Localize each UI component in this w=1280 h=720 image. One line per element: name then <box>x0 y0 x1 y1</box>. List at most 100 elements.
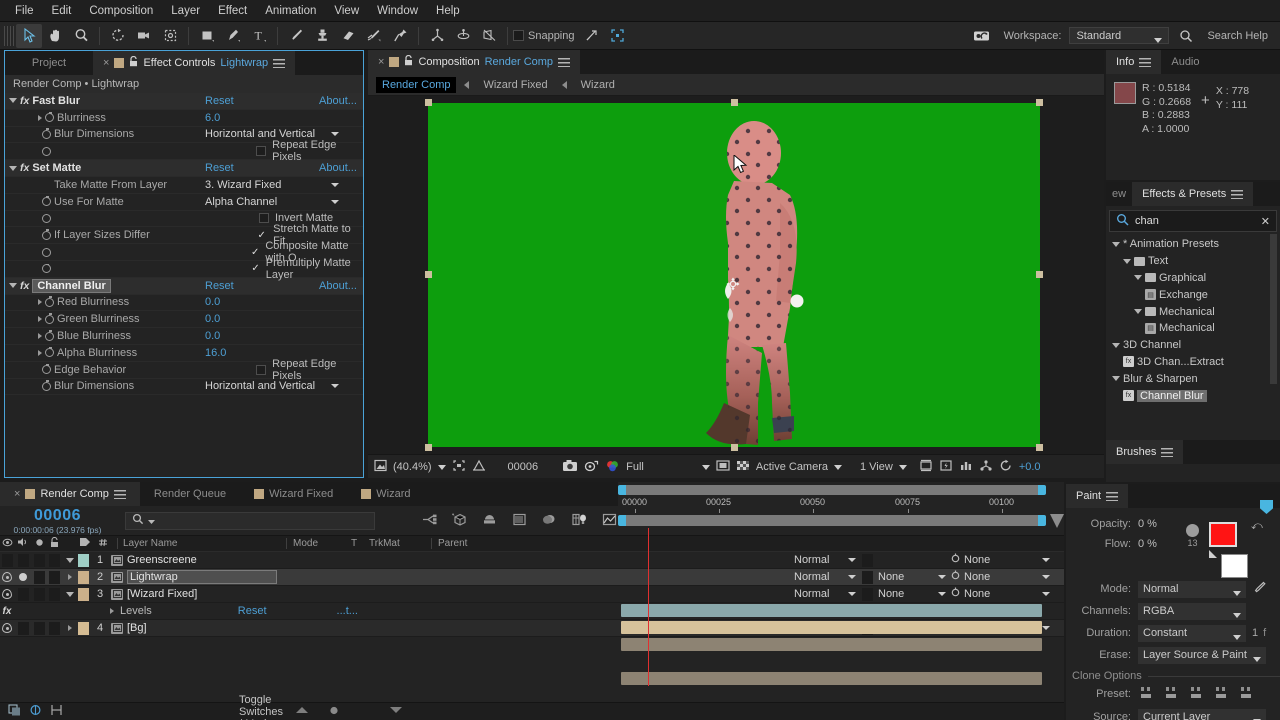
layer-name[interactable]: Greenscreene <box>127 554 197 566</box>
layer-name[interactable]: [Wizard Fixed] <box>127 588 197 600</box>
effects-tree-item[interactable]: Graphical <box>1106 270 1280 287</box>
clone-preset-5-icon[interactable] <box>1238 685 1254 704</box>
stopwatch-icon[interactable] <box>42 213 51 223</box>
stopwatch-icon[interactable] <box>45 313 54 324</box>
chevron-down-icon-2[interactable] <box>701 461 710 473</box>
effect-reset-button[interactable]: Reset <box>205 95 313 107</box>
region-preview-icon[interactable] <box>716 459 730 475</box>
effects-tree-item[interactable]: ▤ Exchange <box>1106 286 1280 303</box>
renderer-options-icon[interactable] <box>979 459 993 475</box>
region-of-interest-icon[interactable] <box>452 459 466 475</box>
erase-select[interactable]: Layer Source & Paint <box>1138 646 1266 664</box>
mode-select[interactable]: Normal <box>1138 580 1246 598</box>
menu-item-file[interactable]: File <box>6 2 43 20</box>
panel-menu-icon[interactable] <box>558 57 571 67</box>
effect-property-row[interactable]: ✓ Premultiply Matte Layer <box>5 257 363 281</box>
parent-pickwhip-icon[interactable] <box>946 587 964 601</box>
swap-colors-icon[interactable]: ⤺ <box>1251 520 1263 533</box>
timebar-zoom-start[interactable] <box>618 515 626 526</box>
flow-value[interactable]: 0 % <box>1138 538 1182 550</box>
effect-reset-button[interactable]: Reset <box>238 605 267 617</box>
rotation-tool-icon[interactable] <box>105 24 131 48</box>
layer-disclosure-triangle[interactable] <box>62 591 78 597</box>
stopwatch-icon[interactable] <box>42 380 51 391</box>
work-area-bar-top[interactable] <box>620 485 1044 495</box>
tree-disclosure-triangle[interactable] <box>1112 241 1120 247</box>
search-help-icon[interactable] <box>1173 24 1199 48</box>
tree-disclosure-triangle[interactable] <box>1112 376 1120 382</box>
composition-canvas[interactable] <box>425 99 1043 451</box>
tab-effect-controls[interactable]: × Effect Controls Lightwrap <box>93 51 296 75</box>
effect-about-button[interactable]: About... <box>319 95 357 107</box>
layer-parent-select[interactable]: None <box>964 554 1064 566</box>
property-disclosure-triangle[interactable] <box>38 316 42 323</box>
layer-t-toggle[interactable] <box>856 587 878 601</box>
property-value[interactable]: 0.0 <box>205 330 220 342</box>
view-layout-value[interactable]: Active Camera <box>756 461 828 473</box>
layer-duration-bar[interactable] <box>621 638 1042 651</box>
layer-audio-toggle[interactable] <box>14 573 32 581</box>
track-camera-icon[interactable] <box>476 24 502 48</box>
tab-preview-partial[interactable]: ew <box>1106 182 1133 206</box>
timeline-tab[interactable]: Wizard <box>347 482 425 506</box>
effect-name[interactable]: Set Matte <box>32 162 81 174</box>
chevron-down-icon[interactable] <box>437 461 446 473</box>
stopwatch-icon[interactable] <box>42 128 51 139</box>
selection-handle-tl[interactable] <box>425 99 432 106</box>
comp-marker-icon[interactable] <box>1050 514 1064 528</box>
menu-item-view[interactable]: View <box>325 2 368 20</box>
panel-menu-icon[interactable] <box>273 58 286 68</box>
effect-name[interactable]: Fast Blur <box>32 95 80 107</box>
effect-disclosure-triangle[interactable] <box>9 98 17 104</box>
selection-handle-bl[interactable] <box>425 444 432 451</box>
effect-property-row[interactable]: Green Blurriness 0.0 <box>5 311 363 329</box>
layer-solo-toggle[interactable] <box>32 621 46 635</box>
snapping-checkbox[interactable] <box>513 30 524 41</box>
menu-item-layer[interactable]: Layer <box>162 2 209 20</box>
timeline-layer-row[interactable]: 3 [Wizard Fixed] Normal None None <box>0 586 1064 603</box>
effects-tree-item[interactable]: Text <box>1106 253 1280 270</box>
stopwatch-icon[interactable] <box>42 363 51 375</box>
property-value[interactable]: 0.0 <box>205 313 220 325</box>
graph-editor-toggle-icon[interactable] <box>50 704 63 719</box>
selection-handle-bc[interactable] <box>731 444 738 451</box>
layer-lock-toggle[interactable] <box>46 553 62 567</box>
channel-rgb-icon[interactable] <box>605 459 620 475</box>
menu-item-edit[interactable]: Edit <box>43 2 81 20</box>
rotate-3d-axis-icon[interactable] <box>424 24 450 48</box>
tab-composition[interactable]: × Composition Render Comp <box>368 50 581 74</box>
views-value[interactable]: 1 View <box>860 461 893 473</box>
layer-name[interactable]: [Bg] <box>127 622 147 634</box>
selection-handle-br[interactable] <box>1036 444 1043 451</box>
stopwatch-icon[interactable] <box>42 146 51 156</box>
clone-preset-4-icon[interactable] <box>1213 685 1229 704</box>
clone-preset-3-icon[interactable] <box>1188 685 1204 704</box>
tab-effects-presets[interactable]: Effects & Presets <box>1132 182 1254 206</box>
effect-property-row[interactable]: Blurriness 6.0 <box>5 110 363 127</box>
transparency-grid-icon[interactable] <box>736 459 750 475</box>
brush-tool-icon[interactable] <box>283 24 309 48</box>
work-area-end-handle[interactable] <box>1038 485 1046 495</box>
effect-name[interactable]: Levels <box>120 605 152 617</box>
roto-brush-tool-icon[interactable] <box>361 24 387 48</box>
checkbox-unchecked-icon[interactable] <box>256 364 267 375</box>
take-snapshot-icon[interactable] <box>562 459 578 475</box>
effect-disclosure-triangle[interactable] <box>9 165 17 171</box>
anchor-point-icon[interactable] <box>726 277 740 291</box>
effects-tree-item[interactable]: fx 3D Chan...Extract <box>1106 354 1280 371</box>
pan-behind-tool-icon[interactable] <box>157 24 183 48</box>
property-value[interactable]: 3. Wizard Fixed <box>205 179 281 191</box>
layer-disclosure-triangle[interactable] <box>62 574 78 580</box>
property-disclosure-triangle[interactable] <box>38 114 42 121</box>
tree-disclosure-triangle[interactable] <box>1123 258 1131 264</box>
grid-guides-icon[interactable] <box>472 459 486 475</box>
workspace-preview-icon[interactable] <box>970 24 996 48</box>
effect-about-button[interactable]: About... <box>319 280 357 292</box>
fast-previews-icon[interactable] <box>939 459 953 475</box>
layer-disclosure-triangle[interactable] <box>62 625 78 631</box>
tab-paint[interactable]: Paint <box>1066 484 1129 508</box>
panel-menu-icon[interactable] <box>1106 491 1119 501</box>
frame-blending-icon[interactable] <box>451 512 468 530</box>
effect-property-row[interactable]: Repeat Edge Pixels <box>5 139 363 163</box>
magnification-icon[interactable] <box>374 459 387 475</box>
